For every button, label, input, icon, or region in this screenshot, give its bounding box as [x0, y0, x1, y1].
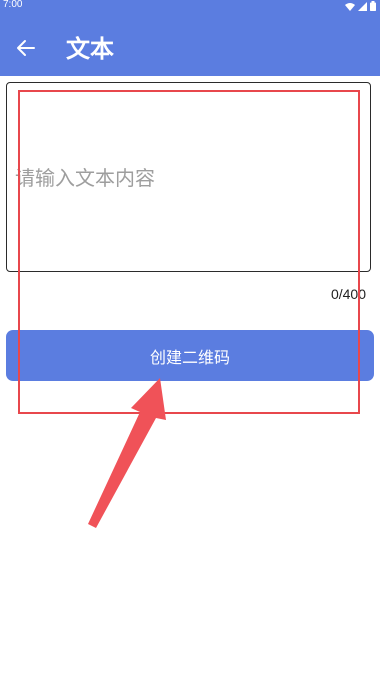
wifi-icon: [345, 2, 355, 11]
status-time: 7:00: [3, 0, 23, 10]
battery-icon: [370, 1, 376, 11]
arrow-left-icon: [17, 40, 35, 56]
back-button[interactable]: [10, 32, 42, 64]
create-qr-code-button[interactable]: 创建二维码: [6, 330, 374, 381]
character-counter: 0/400: [330, 286, 366, 302]
page-title: 文本: [66, 35, 114, 63]
status-icons: [345, 1, 376, 11]
signal-icon: [358, 1, 367, 11]
text-content-input[interactable]: [6, 82, 371, 272]
status-bar: 7:00: [0, 0, 380, 12]
app-bar: 文本: [0, 12, 380, 76]
